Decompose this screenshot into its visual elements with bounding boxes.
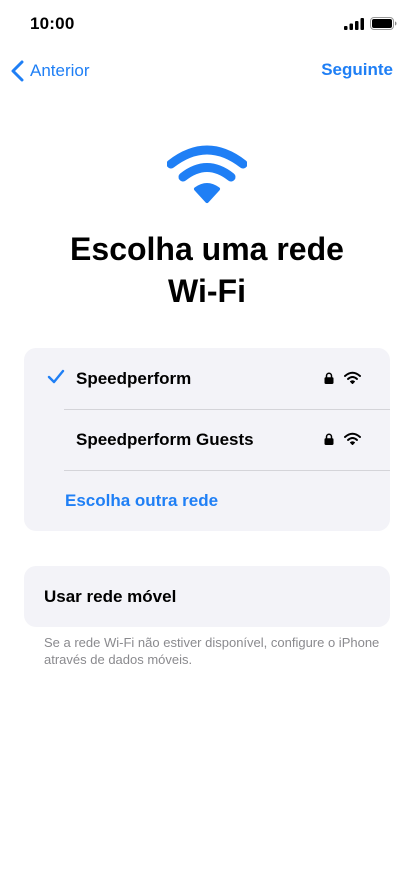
next-button[interactable]: Seguinte bbox=[321, 60, 393, 80]
use-cellular-label: Usar rede móvel bbox=[44, 587, 177, 606]
back-button-label: Anterior bbox=[30, 61, 90, 80]
wifi-icon bbox=[167, 145, 247, 203]
battery-icon bbox=[370, 17, 397, 30]
row-divider bbox=[64, 470, 390, 471]
page-title: Escolha uma rede Wi-Fi bbox=[70, 231, 344, 309]
network-name: Speedperform Guests bbox=[76, 430, 254, 449]
cellular-signal-icon bbox=[344, 18, 364, 30]
choose-other-network-button[interactable]: Escolha outra rede bbox=[65, 491, 218, 511]
use-cellular-button[interactable]: Usar rede móvel bbox=[24, 566, 390, 627]
chevron-left-icon bbox=[11, 60, 24, 82]
checkmark-icon bbox=[47, 369, 65, 384]
lock-icon bbox=[324, 433, 334, 445]
status-bar: 10:00 bbox=[0, 0, 414, 48]
network-list: Speedperform Speedperform Guests Escolha… bbox=[24, 348, 390, 531]
lock-icon bbox=[324, 372, 334, 384]
network-row-speedperform[interactable]: Speedperform bbox=[24, 348, 390, 409]
network-row-speedperform-guests[interactable]: Speedperform Guests bbox=[24, 409, 390, 470]
wifi-setup-screen: 10:00 Anterior Seguinte Escolha uma rede… bbox=[0, 0, 414, 896]
status-time: 10:00 bbox=[30, 14, 75, 33]
wifi-signal-icon bbox=[344, 432, 361, 445]
network-name: Speedperform bbox=[76, 369, 192, 388]
cellular-footnote: Se a rede Wi-Fi não estiver disponível, … bbox=[44, 635, 380, 667]
wifi-signal-icon bbox=[344, 371, 361, 384]
back-button[interactable]: Anterior bbox=[10, 59, 90, 83]
